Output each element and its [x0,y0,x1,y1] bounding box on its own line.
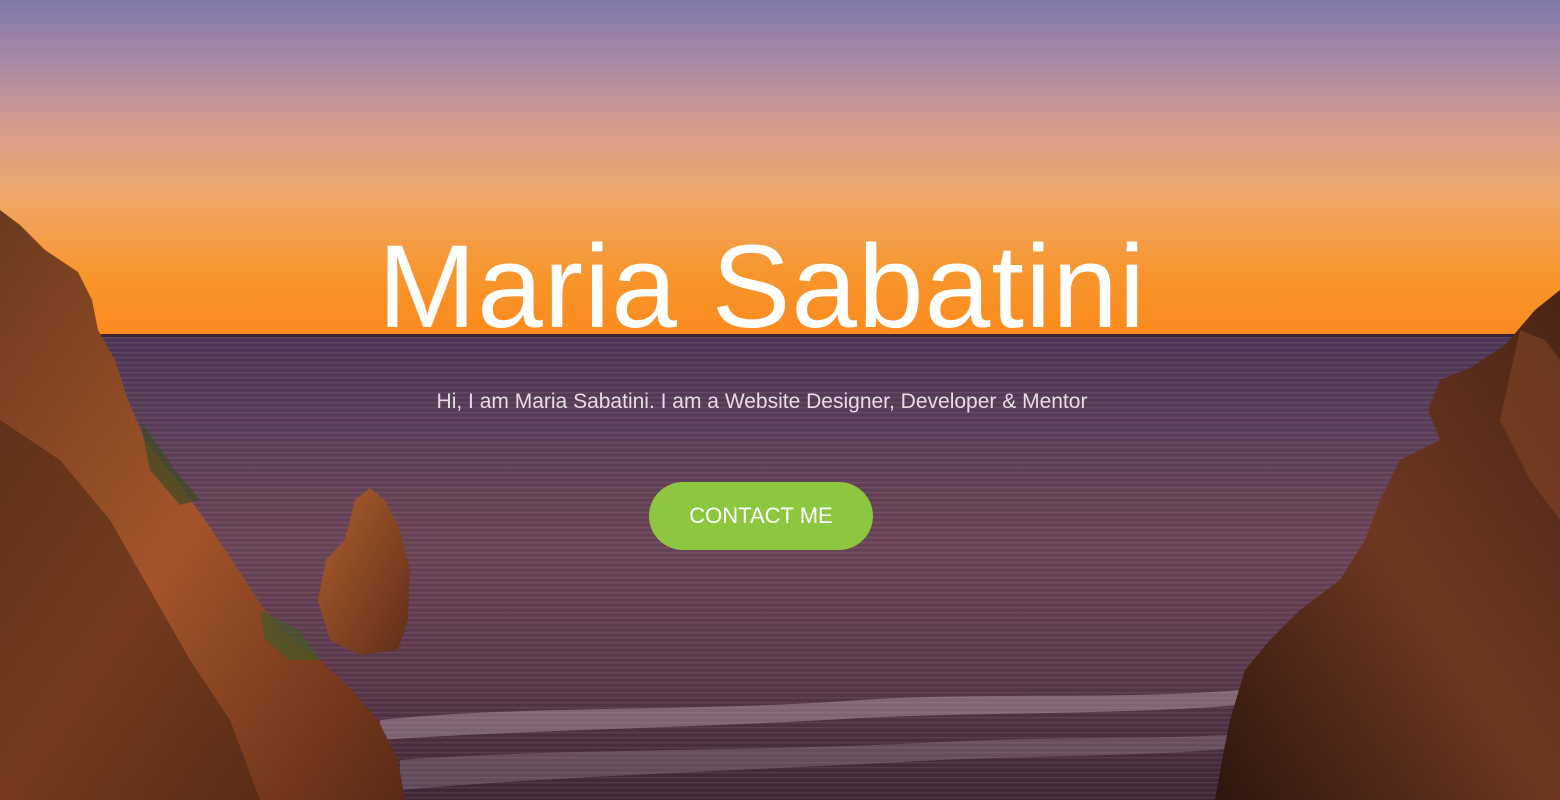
hero-subtitle: Hi, I am Maria Sabatini. I am a Website … [436,390,1088,413]
contact-me-button[interactable]: CONTACT ME [649,482,873,550]
hero-title: Maria Sabatini [377,221,1147,353]
hero-content: Maria Sabatini Hi, I am Maria Sabatini. … [0,0,1560,800]
hero-section: Maria Sabatini Hi, I am Maria Sabatini. … [0,0,1560,800]
